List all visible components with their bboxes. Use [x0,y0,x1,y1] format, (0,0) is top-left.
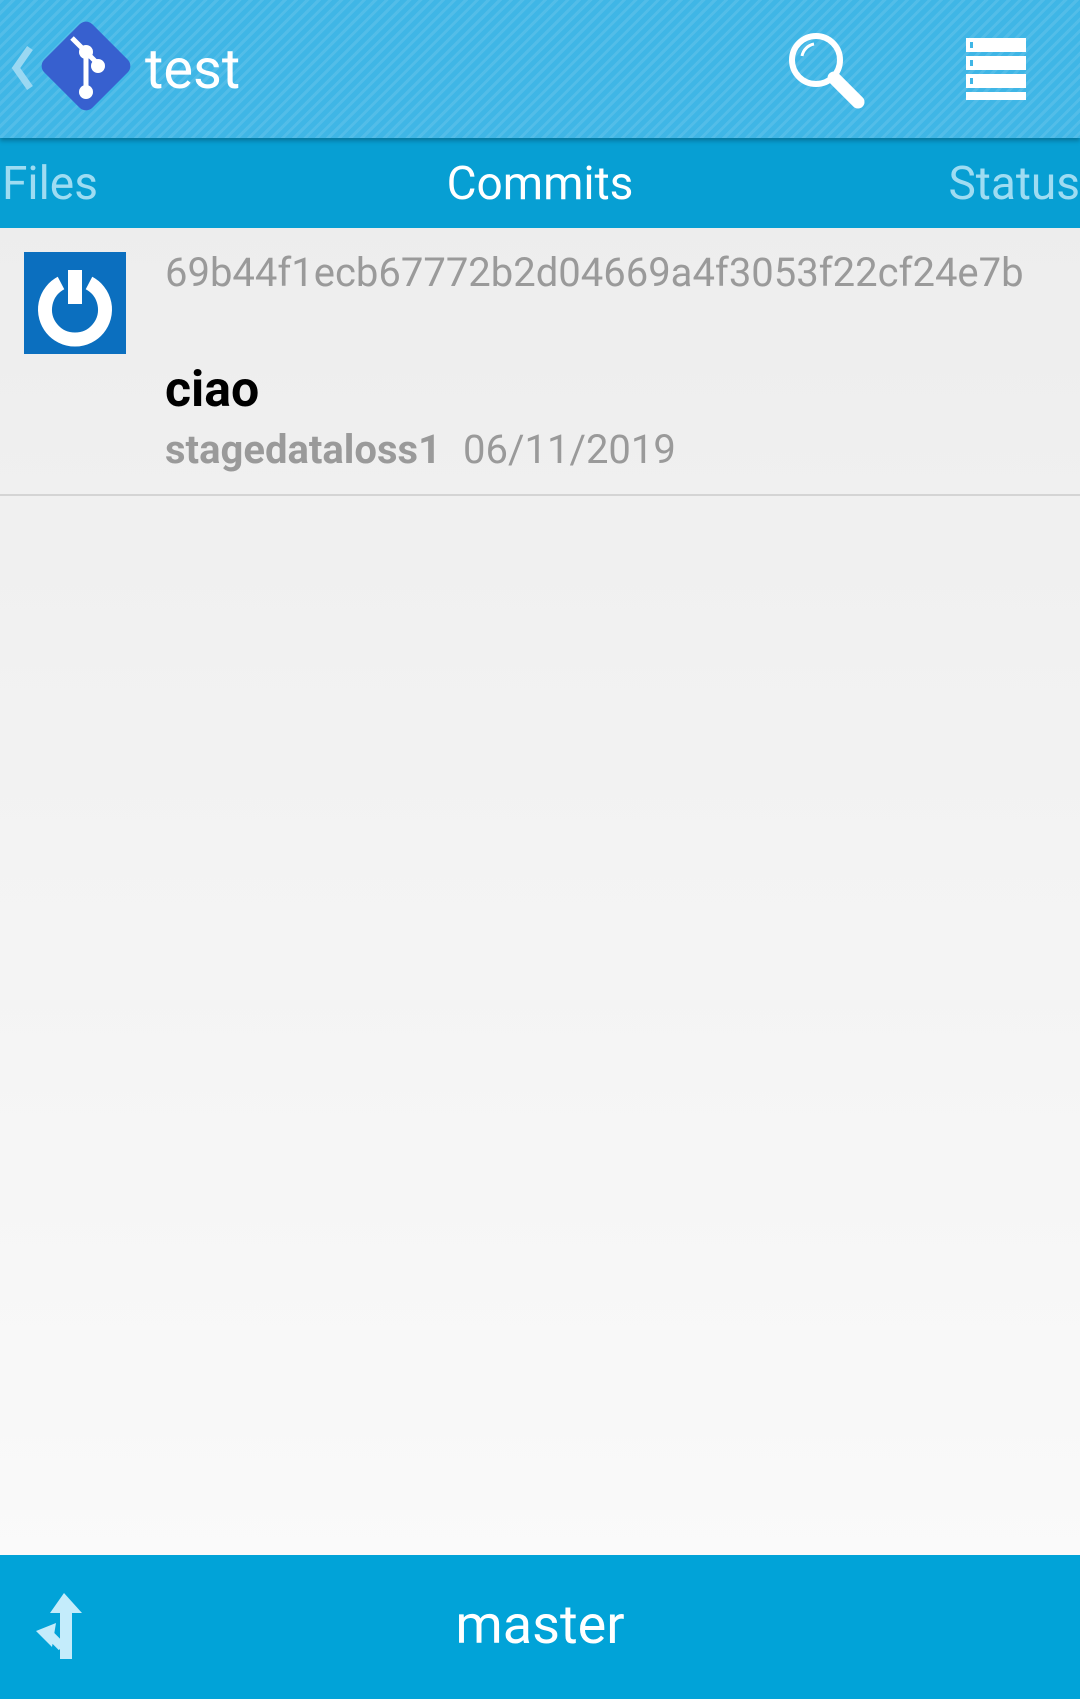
tab-status[interactable]: Status [948,156,1080,212]
commit-author: stagedataloss1 [165,426,442,473]
commit-list-item[interactable]: 69b44f1ecb67772b2d04669a4f3053f22cf24e7b… [0,228,1080,496]
action-bar: test [0,0,1080,138]
git-logo-icon [41,21,131,111]
commit-sha: 69b44f1ecb67772b2d04669a4f3053f22cf24e7b [165,249,1024,296]
branch-bar[interactable]: master [0,1555,1080,1699]
avatar [24,252,126,354]
commit-date: 06/11/2019 [463,426,676,473]
commit-message: ciao [165,361,260,419]
branch-name: master [455,1594,625,1657]
chevron-left-icon [11,45,33,91]
tab-commits[interactable]: Commits [0,156,1080,212]
search-icon[interactable] [780,26,876,112]
overflow-menu-icon[interactable] [952,28,1048,108]
app-title: test [145,36,241,102]
tab-bar: Files Commits Status [0,138,1080,228]
commit-meta: stagedataloss1 06/11/2019 [165,425,676,475]
power-icon [38,270,112,347]
